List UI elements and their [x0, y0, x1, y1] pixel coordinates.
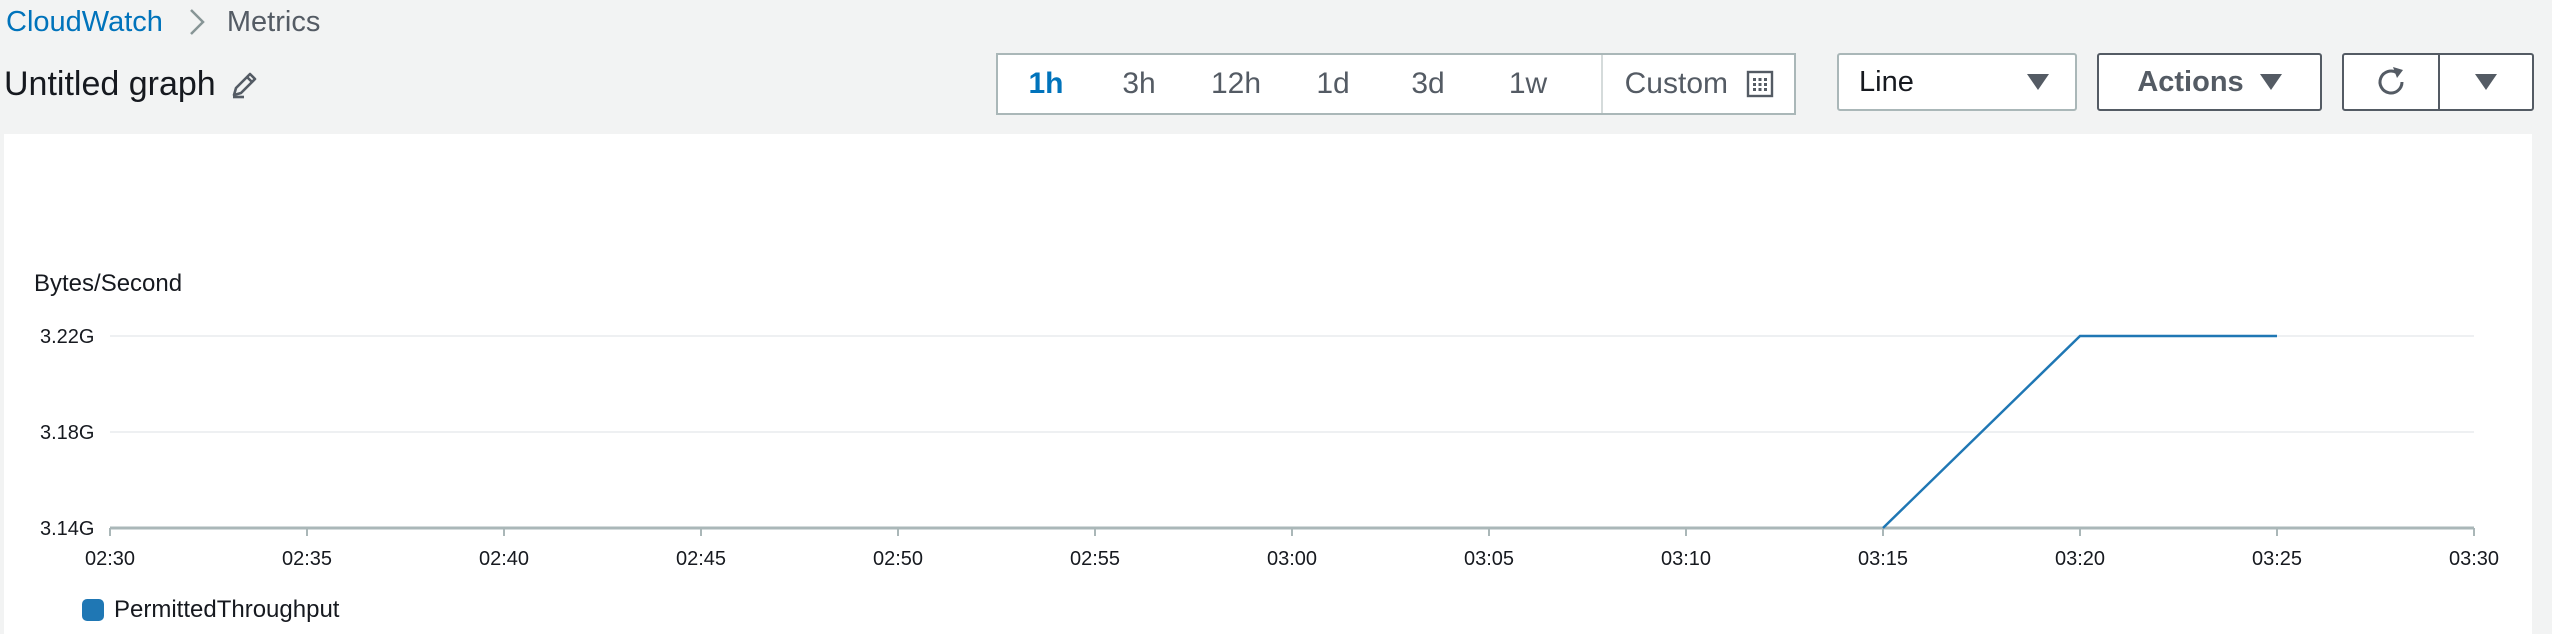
x-tick-label: 03:25 [2252, 548, 2302, 570]
breadcrumb-current: Metrics [226, 5, 321, 38]
x-tick-label: 03:30 [2449, 548, 2499, 570]
range-3h-button[interactable]: 3h [1094, 55, 1184, 113]
x-tick-label: 03:15 [1858, 548, 1908, 570]
refresh-options-button[interactable] [2438, 53, 2534, 111]
range-3d-button[interactable]: 3d [1378, 55, 1478, 113]
line-chart: Bytes/Second 3.14G 3.18G 3.22G 02:30 02:35 0… [34, 270, 2499, 570]
x-tick-label: 02:30 [85, 548, 135, 570]
range-1w-button[interactable]: 1w [1478, 55, 1578, 113]
range-custom-button[interactable]: Custom [1600, 55, 1794, 113]
page-title: Untitled graph [4, 64, 216, 103]
chart-panel: Bytes/Second 3.14G 3.18G 3.22G 02:30 02:35 0… [4, 134, 2532, 634]
y-tick-label: 3.22G [40, 326, 94, 348]
calendar-icon [1746, 70, 1774, 98]
breadcrumb: CloudWatch Metrics [6, 4, 320, 40]
range-1d-button[interactable]: 1d [1288, 55, 1378, 113]
actions-label: Actions [2137, 65, 2244, 98]
title-row: Untitled graph [4, 64, 260, 104]
range-1h-button[interactable]: 1h [998, 55, 1094, 113]
x-tick-label: 03:05 [1464, 548, 1514, 570]
x-tick-label: 02:35 [282, 548, 332, 570]
x-tick-label: 02:45 [676, 548, 726, 570]
actions-button[interactable]: Actions [2097, 53, 2322, 111]
legend-item[interactable]: PermittedThroughput [82, 596, 339, 624]
x-tick-label: 03:00 [1267, 548, 1317, 570]
legend-swatch [82, 599, 104, 621]
chevron-right-icon [189, 8, 205, 36]
caret-down-icon [2475, 74, 2497, 90]
x-tick-label: 02:40 [479, 548, 529, 570]
pencil-icon[interactable] [230, 69, 260, 99]
legend-label: PermittedThroughput [114, 596, 340, 623]
graph-type-value: Line [1859, 65, 1914, 98]
y-axis-label: Bytes/Second [34, 270, 182, 297]
range-custom-label: Custom [1624, 67, 1728, 100]
x-tick-label: 02:50 [873, 548, 923, 570]
refresh-icon [2373, 64, 2409, 100]
time-range-picker: 1h 3h 12h 1d 3d 1w Custom [996, 53, 1796, 115]
breadcrumb-cloudwatch-link[interactable]: CloudWatch [6, 6, 163, 39]
range-12h-button[interactable]: 12h [1184, 55, 1288, 113]
x-tick-label: 02:55 [1070, 548, 1120, 570]
x-tick-label: 03:10 [1661, 548, 1711, 570]
caret-down-icon [2027, 74, 2049, 90]
y-tick-label: 3.14G [40, 518, 94, 540]
caret-down-icon [2259, 74, 2282, 90]
x-tick-label: 03:20 [2055, 548, 2105, 570]
graph-type-select[interactable]: Line [1837, 53, 2077, 111]
refresh-button[interactable] [2342, 53, 2440, 111]
y-tick-label: 3.18G [40, 422, 94, 444]
